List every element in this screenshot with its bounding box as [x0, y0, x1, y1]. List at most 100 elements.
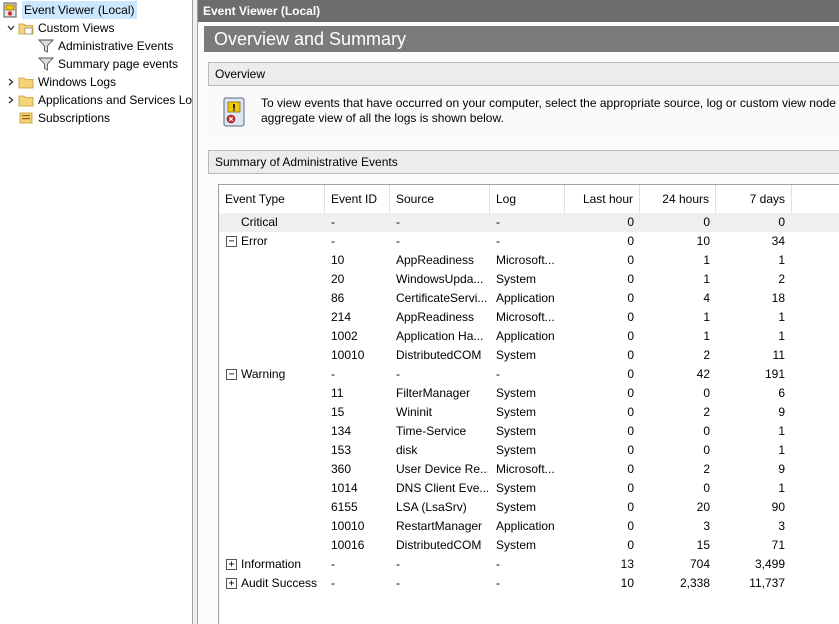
last-hour-cell: 0	[627, 481, 634, 495]
tree-item-summary-page-events[interactable]: Summary page events	[37, 55, 178, 73]
tree-item-label: Applications and Services Lo	[38, 93, 192, 107]
column-header-7-days[interactable]: 7 days	[716, 185, 792, 213]
event-type-cell	[241, 422, 321, 441]
table-row[interactable]: 1002 Application Ha... Application 0 1 1	[219, 327, 839, 346]
table-row[interactable]: 1014 DNS Client Eve... System 0 0 1	[219, 479, 839, 498]
tree-item-label: Administrative Events	[58, 39, 174, 53]
week-count-cell: 1	[778, 253, 785, 267]
column-header-source[interactable]: Source	[390, 185, 490, 213]
folder-icon	[18, 20, 34, 36]
log-cell: System	[496, 348, 537, 362]
last-hour-cell: 13	[620, 557, 634, 571]
collapse-icon[interactable]: −	[226, 236, 237, 247]
event-type-cell: Error	[241, 234, 268, 248]
tree-item-custom-views[interactable]: Custom Views	[4, 19, 114, 37]
day-count-cell: 42	[696, 367, 710, 381]
overview-section-header[interactable]: Overview	[208, 62, 839, 86]
last-hour-cell: 0	[627, 519, 634, 533]
table-group-row[interactable]: + Information - - - 13 704 3,499	[219, 555, 839, 574]
last-hour-cell: 0	[627, 405, 634, 419]
summary-section-header[interactable]: Summary of Administrative Events	[208, 150, 839, 174]
table-group-row[interactable]: − Error - - - 0 10 34	[219, 232, 839, 251]
day-count-cell: 0	[703, 424, 710, 438]
tree-item-subscriptions[interactable]: Subscriptions	[18, 109, 110, 127]
week-count-cell: 1	[778, 329, 785, 343]
event-type-cell: Warning	[241, 367, 286, 381]
table-row[interactable]: 11 FilterManager System 0 0 6	[219, 384, 839, 403]
table-row[interactable]: 10 AppReadiness Microsoft... 0 1 1	[219, 251, 839, 270]
table-row[interactable]: 153 disk System 0 0 1	[219, 441, 839, 460]
navigation-tree: Event Viewer (Local) Custom Views Admini…	[0, 0, 192, 624]
table-row[interactable]: 15 Wininit System 0 2 9	[219, 403, 839, 422]
overview-line: To view events that have occurred on you…	[261, 96, 839, 110]
table-row[interactable]: 10016 DistributedCOM System 0 15 71	[219, 536, 839, 555]
log-cell: -	[496, 234, 500, 248]
last-hour-cell: 10	[620, 576, 634, 590]
event-id-cell: 10010	[331, 519, 365, 533]
event-id-cell: 1002	[331, 329, 358, 343]
day-count-cell: 2,338	[679, 576, 710, 590]
column-header-event-id[interactable]: Event ID	[325, 185, 390, 213]
table-group-row[interactable]: + Audit Success - - -10 2,338 11,737	[219, 574, 839, 593]
table-row[interactable]: 10010 RestartManager Application 0 3 3	[219, 517, 839, 536]
event-id-cell: 86	[331, 291, 345, 305]
week-count-cell: 3,499	[754, 557, 785, 571]
overview-content: To view events that have occurred on you…	[208, 86, 839, 136]
table-group-row[interactable]: − Warning - - - 0 42 191	[219, 365, 839, 384]
event-id-cell: -	[331, 576, 335, 590]
expand-icon[interactable]: +	[226, 578, 237, 589]
chevron-right-icon[interactable]	[4, 91, 18, 109]
table-row[interactable]: 360 User Device Re... Microsoft... 0 2 9	[219, 460, 839, 479]
source-cell: -	[396, 557, 400, 571]
day-count-cell: 1	[703, 329, 710, 343]
table-row[interactable]: 134 Time-Service System 0 0 1	[219, 422, 839, 441]
table-row[interactable]: 20 WindowsUpda... System 0 1 2	[219, 270, 839, 289]
day-count-cell: 3	[703, 519, 710, 533]
column-header-24-hours[interactable]: 24 hours	[640, 185, 716, 213]
source-cell: DNS Client Eve...	[396, 481, 488, 495]
log-cell: System	[496, 405, 537, 419]
tree-item-administrative-events[interactable]: Administrative Events	[37, 37, 174, 55]
event-viewer-icon	[2, 2, 18, 18]
week-count-cell: 9	[778, 405, 785, 419]
week-count-cell: 191	[764, 367, 785, 381]
event-type-cell	[241, 384, 321, 403]
last-hour-cell: 0	[627, 443, 634, 457]
week-count-cell: 2	[778, 272, 785, 286]
last-hour-cell: 0	[627, 272, 634, 286]
day-count-cell: 0	[703, 215, 710, 229]
expand-icon[interactable]: +	[226, 559, 237, 570]
day-count-cell: 2	[703, 348, 710, 362]
log-cell: Microsoft...	[496, 462, 555, 476]
last-hour-cell: 0	[627, 348, 634, 362]
chevron-right-icon[interactable]	[4, 73, 18, 91]
table-row[interactable]: 10010 DistributedCOM System 0 2 11	[219, 346, 839, 365]
event-type-cell: Information	[241, 557, 302, 571]
tree-item-applications-and-services[interactable]: Applications and Services Lo	[4, 91, 192, 109]
source-cell: -	[396, 215, 400, 229]
table-row[interactable]: 6155 LSA (LsaSrv) System 0 20 90	[219, 498, 839, 517]
column-header-log[interactable]: Log	[490, 185, 565, 213]
tree-item-event-viewer-local[interactable]: Event Viewer (Local)	[0, 1, 137, 19]
tree-item-windows-logs[interactable]: Windows Logs	[4, 73, 116, 91]
chevron-down-icon[interactable]	[4, 19, 18, 37]
section-title: Overview	[215, 67, 266, 81]
event-id-cell: 11	[331, 386, 344, 400]
table-group-row[interactable]: Critical - - - 0 0 0	[219, 213, 839, 232]
table-row[interactable]: 86 CertificateServi... Application 0 4 18	[219, 289, 839, 308]
tree-item-label: Subscriptions	[38, 111, 111, 125]
day-count-cell: 0	[703, 481, 710, 495]
table-row[interactable]: 214 AppReadiness Microsoft... 0 1 1	[219, 308, 839, 327]
event-type-cell	[241, 498, 321, 517]
day-count-cell: 1	[703, 253, 710, 267]
log-cell: System	[496, 500, 537, 514]
source-cell: -	[396, 234, 400, 248]
column-header-event-type[interactable]: Event Type	[219, 185, 325, 213]
last-hour-cell: 0	[627, 462, 634, 476]
log-cell: Application	[496, 519, 555, 533]
event-id-cell: 10	[331, 253, 345, 267]
log-cell: System	[496, 481, 537, 495]
column-header-last-hour[interactable]: Last hour	[565, 185, 640, 213]
pane-header: Event Viewer (Local)	[198, 0, 839, 22]
collapse-icon[interactable]: −	[226, 369, 237, 380]
